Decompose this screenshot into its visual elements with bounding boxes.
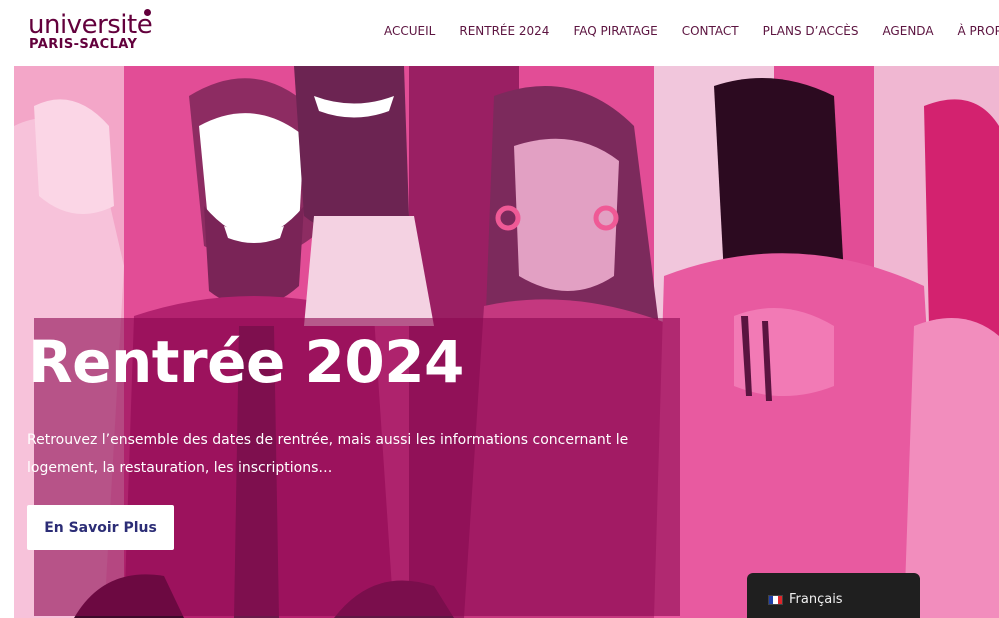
logo-wordmark: universite [28, 10, 153, 40]
nav-item-a-propos[interactable]: À PROPOS [958, 22, 999, 42]
site-header: universite PARIS-SACLAY ACCUEIL RENTRÉE … [0, 0, 999, 66]
university-logo[interactable]: universite PARIS-SACLAY [28, 8, 158, 58]
france-flag-icon [768, 595, 783, 605]
nav-item-plans-acces[interactable]: PLANS D’ACCÈS [763, 22, 859, 42]
nav-item-rentree-2024[interactable]: RENTRÉE 2024 [459, 22, 549, 42]
nav-item-accueil[interactable]: ACCUEIL [384, 22, 435, 42]
hero-title: Rentrée 2024 [28, 328, 464, 396]
nav-item-faq-piratage[interactable]: FAQ PIRATAGE [573, 22, 657, 42]
hero-description: Retrouvez l’ensemble des dates de rentré… [27, 432, 629, 476]
nav-item-agenda[interactable]: AGENDA [882, 22, 933, 42]
language-switcher[interactable]: Français [747, 573, 920, 618]
main-navigation: ACCUEIL RENTRÉE 2024 FAQ PIRATAGE CONTAC… [372, 22, 999, 42]
logo-subtitle: PARIS-SACLAY [29, 37, 138, 52]
language-label: Français [789, 592, 843, 607]
en-savoir-plus-button[interactable]: En Savoir Plus [27, 505, 174, 550]
nav-item-contact[interactable]: CONTACT [682, 22, 739, 42]
logo-dot-icon [144, 9, 151, 16]
